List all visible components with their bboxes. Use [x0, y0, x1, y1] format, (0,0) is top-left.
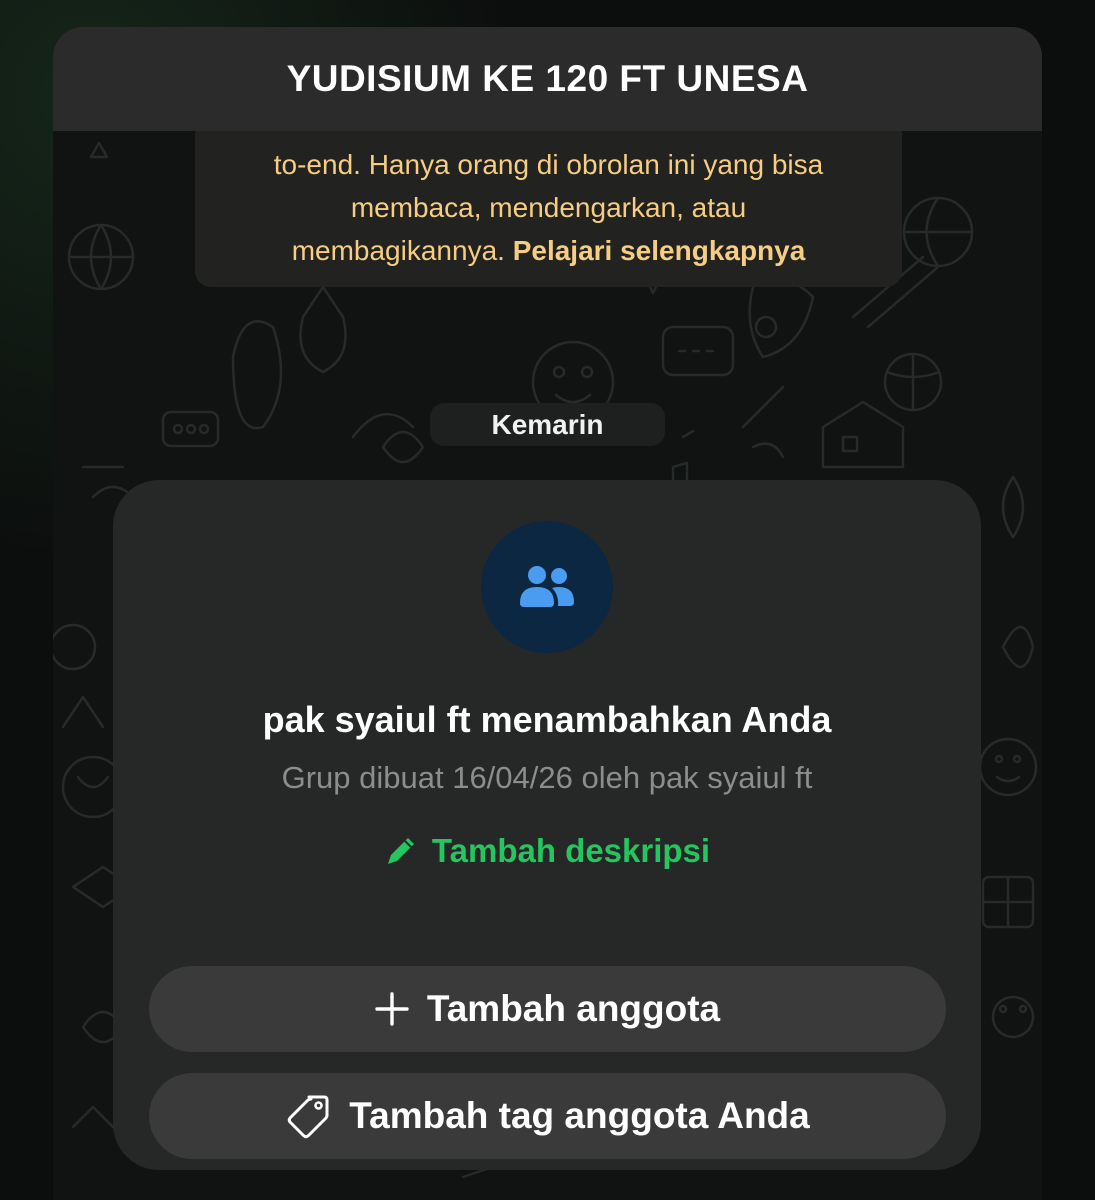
add-member-label: Tambah anggota [426, 988, 721, 1029]
group-created-info: Grup dibuat 16/04/26 oleh pak syaiul ft [281, 760, 813, 795]
group-people-icon [520, 566, 574, 607]
encryption-notice-line: membagikannya. Pelajari selengkapnya [195, 229, 902, 272]
add-description-label: Tambah deskripsi [431, 832, 711, 869]
encryption-notice-line: to-end. Hanya orang di obrolan ini yang … [273, 149, 824, 180]
chat-panel: YUDISIUM KE 120 FT UNESA to-end. Hanya o… [53, 27, 1042, 1200]
pencil-icon [387, 838, 414, 864]
add-member-tag-label: Tambah tag anggota Anda [349, 1095, 810, 1136]
encryption-notice-line: membaca, mendengarkan, atau [350, 192, 747, 223]
encryption-notice[interactable]: to-end. Hanya orang di obrolan ini yang … [195, 131, 902, 287]
plus-icon [375, 992, 409, 1026]
group-avatar [481, 521, 613, 653]
tag-icon [288, 1095, 329, 1139]
add-member-button[interactable]: Tambah anggota [149, 966, 946, 1052]
date-separator: Kemarin [430, 403, 665, 446]
added-by-message: pak syaiul ft menambahkan Anda [262, 699, 832, 740]
group-title[interactable]: YUDISIUM KE 120 FT UNESA [287, 58, 809, 100]
group-info-card: pak syaiul ft menambahkan Anda Grup dibu… [113, 480, 981, 1170]
encryption-notice-text: membagikannya. [291, 235, 505, 266]
learn-more-link[interactable]: Pelajari selengkapnya [513, 235, 806, 266]
add-description-link[interactable]: Tambah deskripsi [113, 832, 981, 870]
add-member-tag-button[interactable]: Tambah tag anggota Anda [149, 1073, 946, 1159]
chat-header[interactable]: YUDISIUM KE 120 FT UNESA [53, 27, 1042, 131]
